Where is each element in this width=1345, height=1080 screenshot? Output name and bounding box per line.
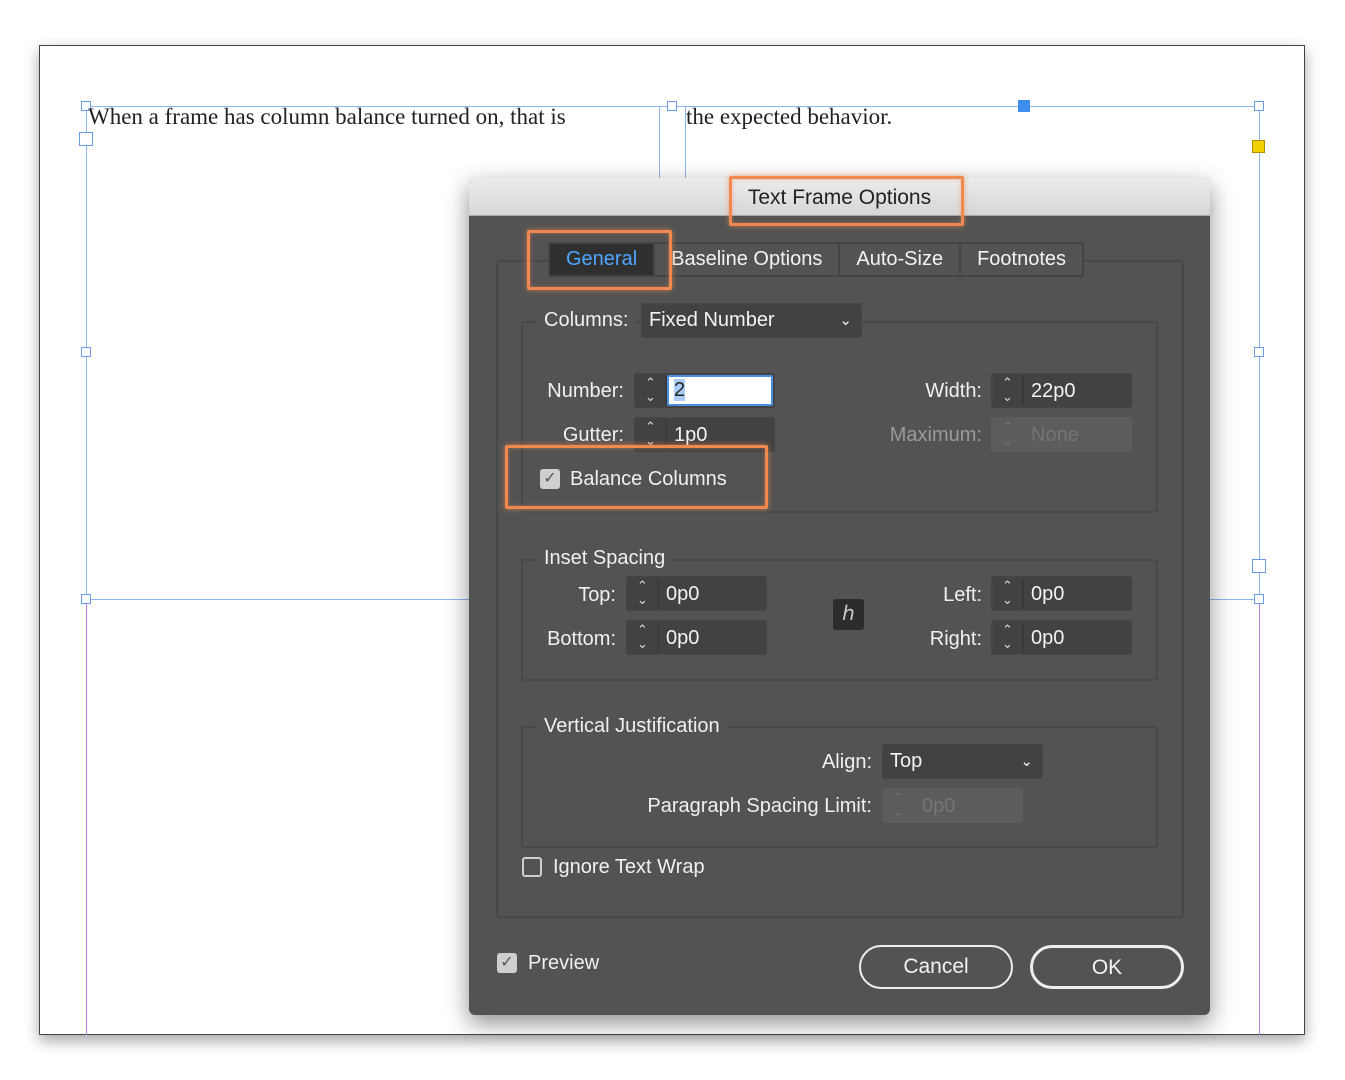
stepper-arrows-icon[interactable]: ⌃ ⌄ <box>628 578 659 609</box>
stepper-arrows-icon[interactable]: ⌃ ⌄ <box>993 578 1024 609</box>
vertical-justification-group <box>521 726 1158 848</box>
gutter-value[interactable]: 1p0 <box>674 422 707 448</box>
vertical-justification-legend: Vertical Justification <box>536 714 728 738</box>
balance-columns-checkbox[interactable]: ✓ <box>540 469 560 489</box>
maximum-value: None <box>1031 424 1079 446</box>
dialog-title: Text Frame Options <box>747 186 932 209</box>
document-text-column-2: the expected behavior. <box>686 104 893 129</box>
top-label: Top: <box>578 584 616 606</box>
ignore-text-wrap-label[interactable]: Ignore Text Wrap <box>553 855 705 879</box>
stepper-arrows-icon: ⌃ ⌄ <box>993 419 1024 450</box>
preview-checkbox[interactable]: ✓ <box>497 953 517 973</box>
corner-option-handle[interactable] <box>1252 140 1265 153</box>
top-inset-value[interactable]: 0p0 <box>666 581 699 607</box>
paragraph-spacing-limit-value: 0p0 <box>922 795 956 817</box>
chevron-down-icon: ⌄ <box>839 312 852 329</box>
tab-auto-size[interactable]: Auto-Size <box>840 244 962 275</box>
right-label: Right: <box>929 628 982 650</box>
stepper-arrows-icon[interactable]: ⌃ ⌄ <box>636 419 667 450</box>
frame-bottom-edge <box>86 599 469 600</box>
cancel-button[interactable]: Cancel <box>859 945 1013 989</box>
stepper-arrows-icon[interactable]: ⌃ ⌄ <box>636 375 667 406</box>
ok-button[interactable]: OK <box>1030 945 1184 989</box>
chevron-down-icon: ⌄ <box>1020 753 1033 770</box>
maximum-label: Maximum: <box>889 424 982 446</box>
frame-bottom-edge-right <box>1210 599 1259 600</box>
align-value: Top <box>890 750 923 772</box>
columns-type-value: Fixed Number <box>649 309 775 331</box>
stepper-arrows-icon[interactable]: ⌃ ⌄ <box>993 622 1024 653</box>
top-inset-stepper[interactable]: ⌃ ⌄ 0p0 <box>626 576 767 611</box>
text-frame-options-dialog: Text Frame Options General Baseline Opti… <box>469 178 1210 1015</box>
paragraph-spacing-limit-label: Paragraph Spacing Limit: <box>647 795 872 817</box>
paragraph-spacing-limit-stepper: ⌃ ⌄ 0p0 <box>882 788 1023 823</box>
width-value[interactable]: 22p0 <box>1031 378 1076 404</box>
bottom-label: Bottom: <box>547 628 616 650</box>
frame-handle[interactable] <box>81 347 91 357</box>
margin-guide <box>86 600 87 1035</box>
tab-bar: General Baseline Options Auto-Size Footn… <box>548 242 1085 277</box>
document-text-column-1: When a frame has column balance turned o… <box>88 104 566 129</box>
right-inset-stepper[interactable]: ⌃ ⌄ 0p0 <box>991 620 1132 655</box>
bottom-inset-stepper[interactable]: ⌃ ⌄ 0p0 <box>626 620 767 655</box>
columns-type-dropdown[interactable]: Fixed Number ⌄ <box>641 303 862 338</box>
stepper-arrows-icon[interactable]: ⌃ ⌄ <box>993 375 1024 406</box>
gutter-label: Gutter: <box>562 424 624 446</box>
width-stepper[interactable]: ⌃ ⌄ 22p0 <box>991 373 1132 408</box>
inset-spacing-legend: Inset Spacing <box>536 546 674 570</box>
frame-handle[interactable] <box>1254 347 1264 357</box>
columns-label: Columns: <box>536 308 637 332</box>
left-inset-value[interactable]: 0p0 <box>1031 581 1064 607</box>
frame-handle[interactable] <box>81 594 91 604</box>
tab-general[interactable]: General <box>550 244 656 275</box>
left-inset-stepper[interactable]: ⌃ ⌄ 0p0 <box>991 576 1132 611</box>
number-stepper[interactable]: ⌃ ⌄ 2 <box>634 373 775 408</box>
frame-handle[interactable] <box>1254 594 1264 604</box>
stepper-arrows-icon: ⌃ ⌄ <box>884 790 915 821</box>
balance-columns-label[interactable]: Balance Columns <box>570 467 727 491</box>
frame-handle[interactable] <box>667 101 677 111</box>
out-port-handle[interactable] <box>1252 559 1266 573</box>
maximum-stepper: ⌃ ⌄ None <box>991 417 1132 452</box>
ignore-text-wrap-checkbox[interactable] <box>522 857 542 877</box>
dialog-title-bar[interactable]: Text Frame Options <box>469 178 1210 216</box>
number-label: Number: <box>547 380 624 402</box>
right-inset-value[interactable]: 0p0 <box>1031 625 1064 651</box>
number-value[interactable]: 2 <box>674 379 686 401</box>
align-dropdown[interactable]: Top ⌄ <box>882 744 1043 779</box>
gutter-stepper[interactable]: ⌃ ⌄ 1p0 <box>634 417 775 452</box>
tab-baseline-options[interactable]: Baseline Options <box>655 244 841 275</box>
stepper-arrows-icon[interactable]: ⌃ ⌄ <box>628 622 659 653</box>
margin-guide <box>1259 600 1260 1035</box>
preview-label[interactable]: Preview <box>528 951 599 975</box>
frame-handle[interactable] <box>1254 101 1264 111</box>
width-label: Width: <box>925 380 982 402</box>
in-port-handle[interactable] <box>79 132 93 146</box>
left-label: Left: <box>943 584 982 606</box>
column-guide <box>659 106 660 178</box>
align-label: Align: <box>821 751 872 773</box>
bottom-inset-value[interactable]: 0p0 <box>666 625 699 651</box>
tab-footnotes[interactable]: Footnotes <box>961 244 1082 275</box>
selection-handle[interactable] <box>1018 100 1030 112</box>
